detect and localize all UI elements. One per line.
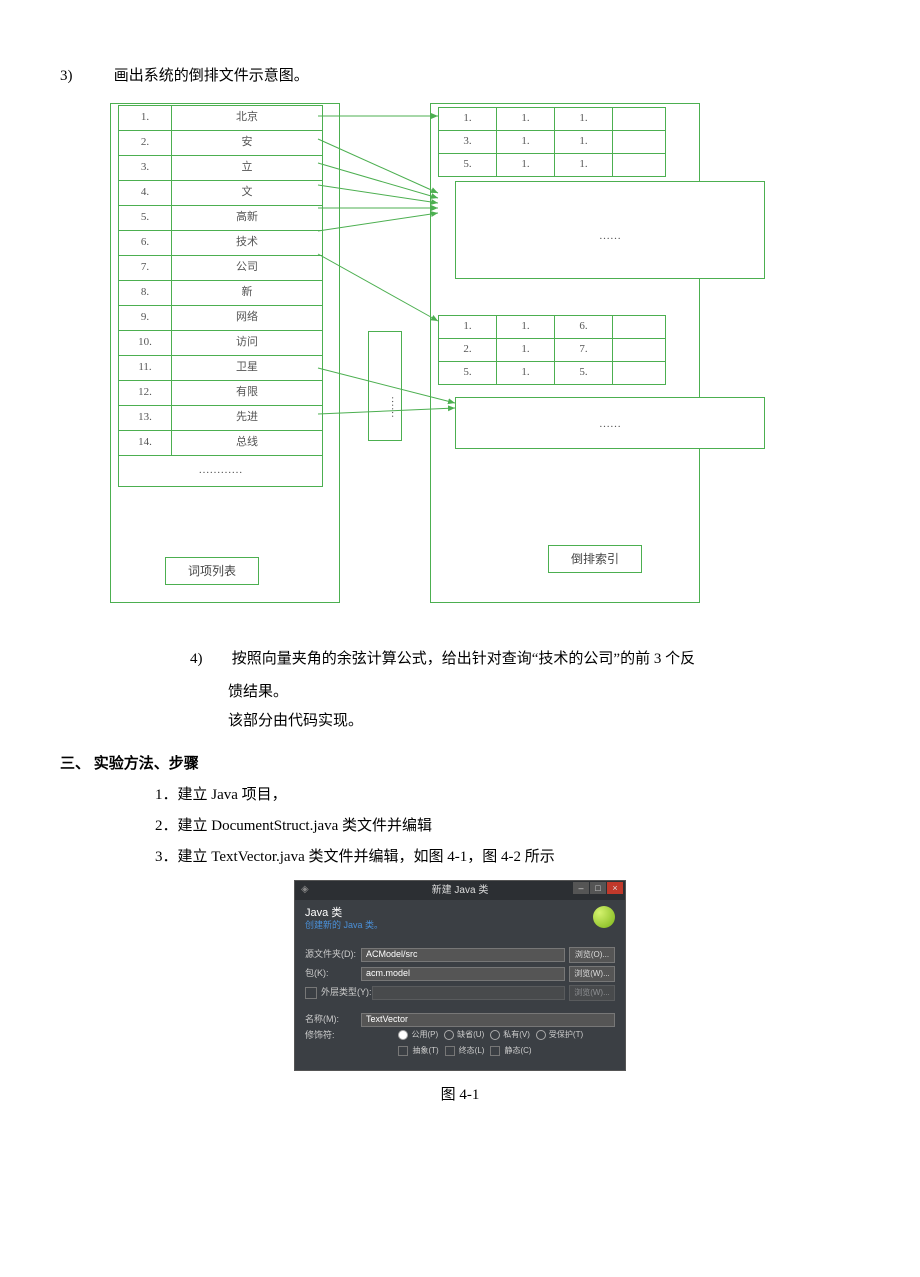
radio-public[interactable]	[398, 1030, 408, 1040]
table-row: 8.新	[119, 281, 323, 306]
minimize-button[interactable]: –	[573, 882, 589, 894]
inverted-index-label: 倒排索引	[548, 545, 642, 573]
table-row: 2.安	[119, 131, 323, 156]
table-row-ellipsis: …………	[119, 456, 323, 487]
step-3: 3．建立 TextVector.java 类文件并编辑，如图 4-1，图 4-2…	[155, 841, 860, 874]
radio-protected[interactable]	[536, 1030, 546, 1040]
term-list-label: 词项列表	[165, 557, 259, 585]
dialog-title-text: 新建 Java 类	[432, 885, 489, 896]
table-row: 3.立	[119, 156, 323, 181]
enclosing-type-checkbox[interactable]	[305, 987, 317, 999]
checkbox-static[interactable]	[490, 1046, 500, 1056]
posting-table-top: 1.1.1. 3.1.1. 5.1.1.	[438, 107, 666, 177]
posting-table-mid: 1.1.6. 2.1.7. 5.1.5.	[438, 315, 666, 385]
class-icon	[593, 906, 615, 928]
table-row: 10.访问	[119, 331, 323, 356]
table-row: 5.高新	[119, 206, 323, 231]
dialog-heading: Java 类	[305, 906, 615, 920]
name-label: 名称(M):	[305, 1014, 361, 1026]
middle-ellipsis-box: ……	[368, 331, 402, 441]
q3-text: 画出系统的倒排文件示意图。	[114, 68, 309, 84]
term-list-table: 1.北京 2.安 3.立 4.文 5.高新 6.技术 7.公司 8.新 9.网络…	[118, 105, 323, 487]
browse-button-3: 浏览(W)...	[569, 985, 615, 1001]
step-1: 1．建立 Java 项目，	[155, 779, 860, 812]
enclosing-type-label: 外层类型(Y):	[321, 987, 372, 999]
step-2: 2．建立 DocumentStruct.java 类文件并编辑	[155, 810, 860, 843]
enclosing-type-input	[372, 986, 566, 1000]
table-row: 1.1.1.	[439, 108, 666, 131]
radio-default[interactable]	[444, 1030, 454, 1040]
posting-ellipsis-small: ……	[455, 397, 765, 449]
table-row: 5.1.5.	[439, 362, 666, 385]
table-row: 4.文	[119, 181, 323, 206]
checkbox-abstract[interactable]	[398, 1046, 408, 1056]
source-folder-label: 源文件夹(D):	[305, 949, 361, 961]
name-input[interactable]: TextVector	[361, 1013, 615, 1027]
maximize-button[interactable]: □	[590, 882, 606, 894]
question-3: 3) 画出系统的倒排文件示意图。	[60, 60, 860, 93]
q4-text-line3: 该部分由代码实现。	[228, 705, 860, 738]
table-row: 12.有限	[119, 381, 323, 406]
question-4: 4) 按照向量夹角的余弦计算公式，给出针对查询“技术的公司”的前 3 个反	[190, 643, 860, 676]
new-java-class-dialog: ◈ 新建 Java 类 – □ × Java 类 创建新的 Java 类。 源文…	[294, 880, 626, 1071]
posting-ellipsis-large: ……	[455, 181, 765, 279]
radio-private[interactable]	[490, 1030, 500, 1040]
table-row: 11.卫星	[119, 356, 323, 381]
table-row: 6.技术	[119, 231, 323, 256]
figure-caption: 图 4-1	[60, 1079, 860, 1112]
package-label: 包(K):	[305, 968, 361, 980]
browse-button-2[interactable]: 浏览(W)...	[569, 966, 615, 982]
inverted-index-diagram: 1.北京 2.安 3.立 4.文 5.高新 6.技术 7.公司 8.新 9.网络…	[110, 103, 810, 603]
section-3-heading: 三、 实验方法、步骤	[60, 748, 860, 781]
modifiers-label: 修饰符:	[305, 1030, 342, 1042]
steps-list: 1．建立 Java 项目， 2．建立 DocumentStruct.java 类…	[155, 779, 860, 874]
table-row: 5.1.1.	[439, 154, 666, 177]
checkbox-final[interactable]	[445, 1046, 455, 1056]
table-row: 1.北京	[119, 106, 323, 131]
table-row: 7.公司	[119, 256, 323, 281]
browse-button-1[interactable]: 浏览(O)...	[569, 947, 615, 963]
window-menu-icon: ◈	[301, 883, 309, 896]
table-row: 9.网络	[119, 306, 323, 331]
table-row: 1.1.6.	[439, 316, 666, 339]
table-row: 13.先进	[119, 406, 323, 431]
dialog-body: 源文件夹(D): ACModel/src 浏览(O)... 包(K): acm.…	[295, 940, 625, 1070]
q4-number: 4)	[190, 643, 228, 676]
modifiers-group: 公用(P) 缺省(U) 私有(V) 受保护(T) 抽象(T) 终态(L) 静态(…	[398, 1030, 615, 1057]
dialog-titlebar: ◈ 新建 Java 类 – □ ×	[295, 881, 625, 900]
q4-text-line1: 按照向量夹角的余弦计算公式，给出针对查询“技术的公司”的前 3 个反	[232, 651, 695, 667]
q3-number: 3)	[60, 60, 110, 93]
close-button[interactable]: ×	[607, 882, 623, 894]
table-row: 3.1.1.	[439, 131, 666, 154]
package-input[interactable]: acm.model	[361, 967, 565, 981]
table-row: 2.1.7.	[439, 339, 666, 362]
dialog-header: Java 类 创建新的 Java 类。	[295, 900, 625, 940]
source-folder-input[interactable]: ACModel/src	[361, 948, 565, 962]
dialog-subheading: 创建新的 Java 类。	[305, 920, 615, 932]
table-row: 14.总线	[119, 431, 323, 456]
